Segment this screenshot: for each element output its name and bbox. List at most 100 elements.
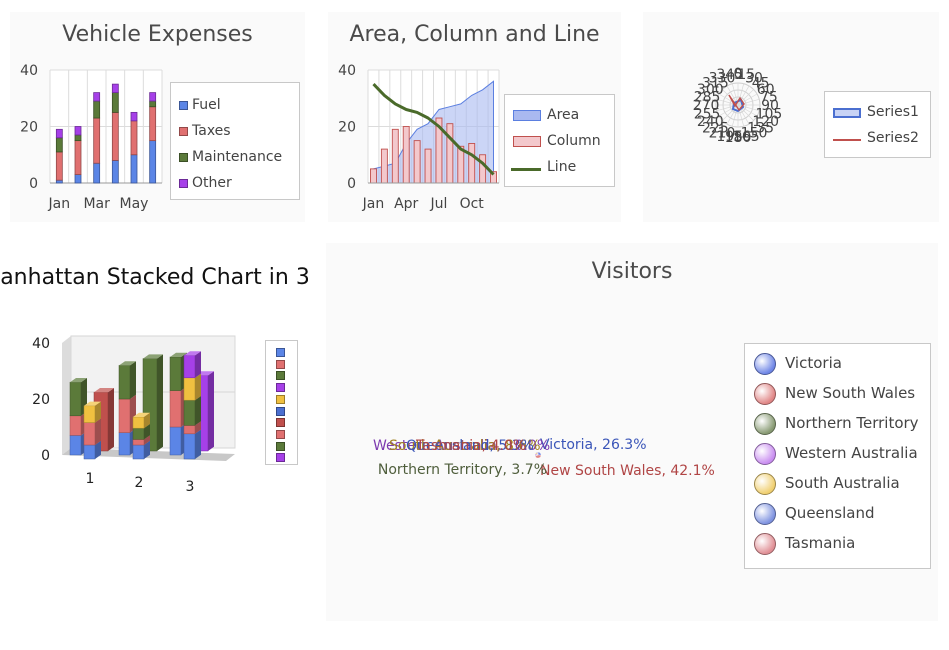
bar3d-side	[108, 388, 114, 451]
legend-label: Western Australia	[785, 444, 918, 462]
legend-swatch	[754, 353, 776, 375]
y-tick-label: 40	[32, 336, 50, 352]
pie-label: Tasmania, 4.0%	[415, 438, 526, 454]
legend-swatch	[276, 429, 285, 439]
legend-swatch	[513, 110, 541, 121]
x-tick-label: Mar	[83, 196, 110, 212]
legend-swatch	[276, 453, 285, 463]
bar-segment	[149, 140, 157, 184]
bar3d-front	[118, 432, 131, 456]
column-bar	[468, 142, 476, 184]
bar3d-front	[169, 390, 182, 428]
y-tick-label: 0	[29, 176, 38, 192]
pie-label: New South Wales, 42.1%	[540, 463, 715, 479]
y-tick-label: 40	[338, 63, 356, 79]
pie-label: Victoria, 26.3%	[540, 437, 647, 453]
legend-item: Western Australia	[745, 443, 930, 465]
x-tick-label: 1	[86, 471, 95, 487]
bar-segment	[74, 134, 82, 142]
legend-item: New South Wales	[745, 383, 930, 405]
x-tick-label: 3	[186, 479, 195, 495]
bar3d-front	[69, 381, 82, 417]
x-tick-label: 2	[135, 475, 144, 491]
x-tick-label: Jan	[48, 196, 71, 212]
legend-item: South Australia	[745, 473, 930, 495]
legend-swatch	[276, 348, 285, 357]
bar-segment	[130, 111, 138, 122]
legend-label: Area	[547, 107, 580, 123]
legend-item: Fuel	[171, 97, 299, 117]
legend-item: Victoria	[745, 353, 930, 375]
legend-item	[266, 453, 297, 473]
column-bar	[424, 148, 432, 184]
legend-swatch	[179, 153, 188, 162]
legend-label: Series1	[867, 104, 919, 120]
x-tick-label: May	[120, 196, 149, 212]
bar3d-front	[132, 427, 145, 440]
manhattan-legend	[265, 340, 298, 465]
bar3d-side	[130, 361, 136, 399]
bar3d-front	[183, 377, 196, 401]
bar3d-front	[132, 444, 145, 460]
legend-swatch	[833, 108, 861, 118]
bar3d-front	[83, 444, 96, 460]
x-tick-label: Jan	[362, 196, 385, 212]
bar3d-front	[118, 365, 131, 400]
vehicle-expenses-chart: Vehicle Expenses 0 20 40 Jan Mar May Fuel Taxe…	[10, 12, 305, 222]
bar3d-front	[69, 415, 82, 436]
column-bar	[380, 148, 388, 184]
x-tick-label: Apr	[394, 196, 418, 212]
manhattan-plot: 0 20 40 1 2 3	[32, 335, 236, 495]
legend-swatch	[754, 533, 776, 555]
legend-label: Victoria	[785, 354, 842, 372]
y-tick-label: 0	[347, 176, 356, 192]
bar-segment	[93, 92, 101, 102]
bar3d-side	[195, 396, 201, 426]
bar3d-front	[183, 425, 196, 435]
legend-label: Line	[547, 159, 577, 175]
legend-swatch	[754, 383, 776, 405]
polar-chart: 0 15 30 45 60 75 90 105 120 135 150 165 180 195 210 225…	[643, 12, 939, 222]
column-bar	[370, 168, 377, 184]
bar-segment	[111, 159, 119, 184]
legend-swatch	[511, 168, 541, 171]
legend-swatch	[276, 383, 285, 393]
legend-label: Northern Territory	[785, 414, 919, 432]
legend-swatch	[754, 503, 776, 525]
legend-item: Tasmania	[745, 533, 930, 555]
bar3d-side	[195, 373, 201, 401]
bar3d-side	[195, 351, 201, 378]
bar-segment	[111, 83, 119, 93]
bar3d-side	[95, 418, 101, 445]
polar-legend: Series1 Series2	[824, 91, 931, 158]
legend-swatch	[754, 473, 776, 495]
bar-segment	[74, 174, 82, 184]
visitors-chart: Visitors Victoria, 26.3% New South Wales,…	[326, 243, 938, 621]
legend-label: Queensland	[785, 504, 875, 522]
legend-item: Maintenance	[171, 149, 299, 169]
legend-label: Taxes	[192, 123, 231, 139]
legend-swatch	[276, 394, 285, 404]
bar-segment	[93, 100, 101, 119]
y-tick-label: 0	[41, 448, 50, 464]
legend-label: Other	[192, 175, 232, 191]
bar-segment	[55, 137, 63, 153]
x-tick-label: Jul	[430, 196, 448, 212]
bar-segment	[130, 120, 138, 156]
legend-swatch	[513, 136, 541, 147]
y-tick-label: 20	[20, 120, 38, 136]
bar3d-front	[118, 398, 131, 433]
bar3d-side	[195, 429, 201, 459]
bar-segment	[130, 154, 138, 184]
legend-item: Taxes	[171, 123, 299, 143]
bar3d-front	[83, 422, 96, 446]
legend-label: Maintenance	[192, 149, 283, 165]
legend-item: Series1	[825, 104, 930, 124]
legend-swatch	[276, 418, 285, 428]
acl-legend: Area Column Line	[504, 94, 615, 187]
bar3d-front	[169, 356, 182, 391]
y-tick-label: 40	[20, 63, 38, 79]
column-bar	[413, 140, 421, 184]
bar3d-front	[83, 405, 96, 423]
legend-label: New South Wales	[785, 384, 916, 402]
